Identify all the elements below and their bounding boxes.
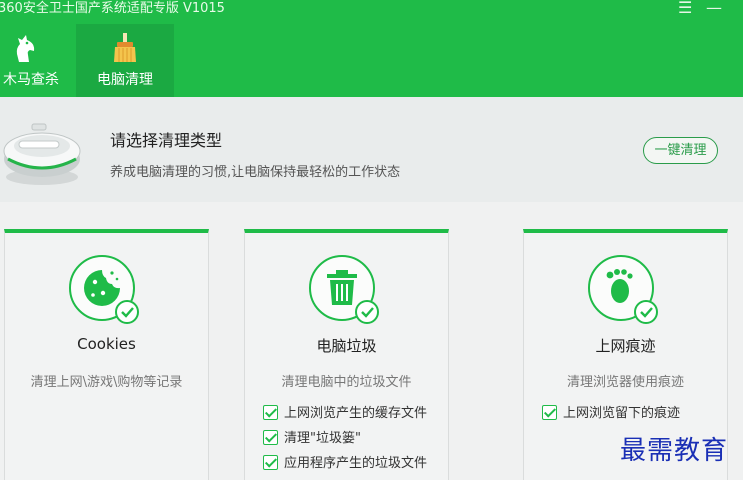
broom-icon [114,33,136,62]
tab-pc-cleanup-label: 电脑清理 [97,72,153,88]
checkbox-checked-icon[interactable] [542,405,557,420]
card-browsing-traces-title: 上网痕迹 [595,337,656,355]
card-cookies-title: Cookies [77,335,136,353]
traces-option-browsing[interactable]: 上网浏览留下的痕迹 [542,405,680,423]
banner-title: 请选择清理类型 [110,131,223,150]
checkbox-checked-icon[interactable] [263,455,278,470]
card-cookies[interactable]: Cookies 清理上网\游戏\购物等记录 [4,229,209,480]
app-header: 360安全卫士国产系统适配专版 V1015 ☰ — 木马查杀 电脑清理 [0,0,743,97]
robot-vacuum-icon [3,123,81,185]
cleanup-banner: 请选择清理类型 养成电脑清理的习惯,让电脑保持最轻松的工作状态 一键清理 [0,97,743,202]
menu-icon[interactable]: ☰ [678,0,692,17]
card-pc-junk-desc: 清理电脑中的垃圾文件 [281,375,412,390]
junk-option-label: 清理"垃圾篓" [284,431,361,446]
card-cookies-desc: 清理上网\游戏\购物等记录 [30,375,183,390]
junk-option-recycle-bin[interactable]: 清理"垃圾篓" [263,430,361,448]
junk-option-browser-cache[interactable]: 上网浏览产生的缓存文件 [263,405,427,423]
tab-trojan-scan-label: 木马查杀 [3,72,59,88]
watermark: 最需教育 [620,436,729,466]
horse-icon [16,35,35,62]
card-pc-junk-title: 电脑垃圾 [316,337,377,355]
traces-option-label: 上网浏览留下的痕迹 [563,406,681,421]
window-title: 360安全卫士国产系统适配专版 V1015 [0,1,225,16]
checkbox-checked-icon[interactable] [263,430,278,445]
checkbox-checked-icon[interactable] [263,405,278,420]
card-browsing-traces-desc: 清理浏览器使用痕迹 [566,375,684,390]
one-click-cleanup-button[interactable]: 一键清理 [643,137,718,164]
trash-icon [309,255,379,324]
tab-pc-cleanup[interactable]: 电脑清理 [76,24,174,97]
tab-trojan-scan[interactable]: 木马查杀 [0,24,70,97]
cookie-icon [69,255,139,324]
junk-option-label: 上网浏览产生的缓存文件 [284,406,428,421]
minimize-icon[interactable]: — [706,0,722,17]
footprint-icon [588,255,658,324]
banner-subtitle: 养成电脑清理的习惯,让电脑保持最轻松的工作状态 [110,165,401,180]
junk-option-label: 应用程序产生的垃圾文件 [284,456,428,471]
card-pc-junk[interactable]: 电脑垃圾 清理电脑中的垃圾文件 上网浏览产生的缓存文件 清理"垃圾篓" 应用程序… [244,229,449,480]
junk-option-app-junk[interactable]: 应用程序产生的垃圾文件 [263,455,427,473]
